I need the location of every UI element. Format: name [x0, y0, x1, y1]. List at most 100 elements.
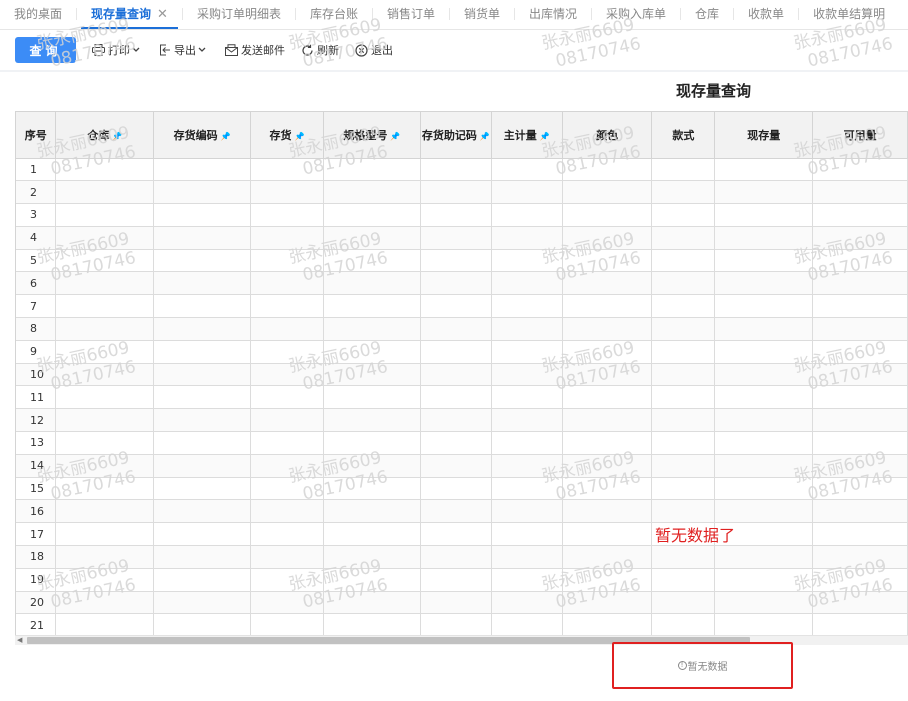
exit-button[interactable]: 退出 — [355, 42, 393, 58]
chevron-down-icon — [132, 47, 140, 52]
column-header[interactable]: 仓库 📌 — [55, 112, 155, 159]
table-cell — [651, 613, 716, 635]
tab-item[interactable]: 我的桌面 — [0, 0, 76, 29]
table-row[interactable]: 20 — [16, 591, 908, 615]
pin-icon[interactable]: 📌 — [295, 132, 305, 141]
tab-item[interactable]: 仓库 — [681, 0, 733, 29]
table-cell — [250, 226, 324, 250]
pin-icon[interactable]: 📌 — [540, 132, 550, 141]
column-header[interactable]: 存货助记码 📌 — [420, 112, 492, 159]
table-cell — [562, 294, 653, 319]
column-header[interactable]: 现存量 — [714, 112, 814, 159]
table-row[interactable]: 19 — [16, 568, 908, 592]
table-cell — [153, 271, 252, 296]
table-cell — [562, 477, 653, 501]
table-cell — [250, 363, 324, 387]
table-cell — [562, 408, 653, 433]
table-row[interactable]: 3 — [16, 203, 908, 227]
pin-icon[interactable]: 📌 — [390, 132, 400, 141]
column-header[interactable]: 颜色 — [562, 112, 653, 159]
table-row[interactable]: 21 — [16, 613, 908, 635]
table-cell — [714, 294, 814, 319]
table-cell — [420, 591, 492, 615]
export-button[interactable]: 导出 — [159, 42, 209, 58]
table-cell — [153, 340, 252, 364]
table-row[interactable]: 17 — [16, 522, 908, 547]
table-cell — [812, 340, 908, 364]
tab-item[interactable]: 收款单结算明 — [799, 0, 899, 29]
table-row[interactable]: 6 — [16, 271, 908, 296]
table-cell — [714, 317, 814, 341]
table-cell — [323, 271, 421, 296]
tab-item[interactable]: 出库情况 — [515, 0, 591, 29]
table-cell — [651, 340, 716, 364]
print-label: 打印 — [108, 44, 130, 57]
column-header[interactable]: 主计量 📌 — [491, 112, 563, 159]
table-cell — [562, 158, 653, 182]
table-cell — [812, 271, 908, 296]
table-cell — [491, 522, 563, 547]
table-row[interactable]: 2 — [16, 180, 908, 205]
table-cell — [55, 317, 155, 341]
column-header[interactable]: 存货编码 📌 — [153, 112, 252, 159]
column-header-label: 现存量 — [747, 128, 781, 142]
table-row[interactable]: 15 — [16, 477, 908, 501]
table-cell — [651, 408, 716, 433]
table-cell — [250, 545, 324, 569]
table-row[interactable]: 7 — [16, 294, 908, 319]
pin-icon[interactable]: 📌 — [221, 132, 231, 141]
tab-item[interactable]: 销货单 — [450, 0, 514, 29]
print-button[interactable]: 打印 — [92, 42, 143, 58]
refresh-button[interactable]: 刷新 — [301, 42, 339, 58]
table-cell — [812, 545, 908, 569]
table-cell — [55, 454, 155, 478]
table-row[interactable]: 8 — [16, 317, 908, 341]
table-cell — [420, 226, 492, 250]
tab-item[interactable]: 现存量查询 ✕ — [77, 0, 182, 29]
query-button[interactable]: 查询 — [15, 37, 76, 63]
table-row[interactable]: 11 — [16, 385, 908, 410]
table-cell — [153, 454, 252, 478]
table-row[interactable]: 12 — [16, 408, 908, 433]
mail-icon — [225, 44, 238, 56]
table-cell — [491, 294, 563, 319]
column-header[interactable]: 可用量 — [812, 112, 908, 159]
table-row[interactable]: 5 — [16, 249, 908, 273]
table-cell — [153, 499, 252, 524]
tab-item[interactable]: 采购入库单 — [592, 0, 680, 29]
table-cell — [491, 340, 563, 364]
table-cell — [153, 158, 252, 182]
table-row[interactable]: 18 — [16, 545, 908, 569]
column-header[interactable]: 存货 📌 — [250, 112, 324, 159]
table-header: 序号 仓库 📌 存货编码 📌 存货 📌 规格型号 📌 存货助记码 📌 主计量 📌 颜色 款式 现存量 可用量 — [16, 112, 908, 159]
table-row[interactable]: 10 — [16, 363, 908, 387]
pin-icon[interactable]: 📌 — [480, 132, 490, 141]
tab-item[interactable]: 收款单 — [734, 0, 798, 29]
tab-item[interactable]: 库存台账 — [296, 0, 372, 29]
table-row[interactable]: 4 — [16, 226, 908, 250]
tab-item[interactable]: 采购订单明细表 — [183, 0, 295, 29]
table-row[interactable]: 13 — [16, 431, 908, 455]
column-header[interactable]: 规格型号 📌 — [323, 112, 421, 159]
close-icon[interactable]: ✕ — [157, 7, 168, 22]
send-email-button[interactable]: 发送邮件 — [225, 42, 285, 58]
table-row[interactable]: 16 — [16, 499, 908, 524]
column-header[interactable]: 序号 — [16, 112, 57, 159]
table-cell — [562, 226, 653, 250]
table-cell — [153, 591, 252, 615]
table-cell — [812, 226, 908, 250]
table-cell — [714, 385, 814, 410]
table-row[interactable]: 14 — [16, 454, 908, 478]
tab-label: 采购入库单 — [606, 7, 667, 21]
table-row[interactable]: 1 — [16, 158, 908, 182]
table-cell — [491, 249, 563, 273]
table-cell — [812, 431, 908, 455]
pin-icon[interactable]: 📌 — [112, 132, 122, 141]
scroll-left-arrow-icon[interactable]: ◀ — [17, 636, 22, 645]
table-cell — [562, 363, 653, 387]
refresh-icon — [302, 44, 313, 56]
column-header[interactable]: 款式 — [651, 112, 716, 159]
table-cell — [420, 454, 492, 478]
table-row[interactable]: 9 — [16, 340, 908, 364]
tab-item[interactable]: 销售订单 — [373, 0, 449, 29]
